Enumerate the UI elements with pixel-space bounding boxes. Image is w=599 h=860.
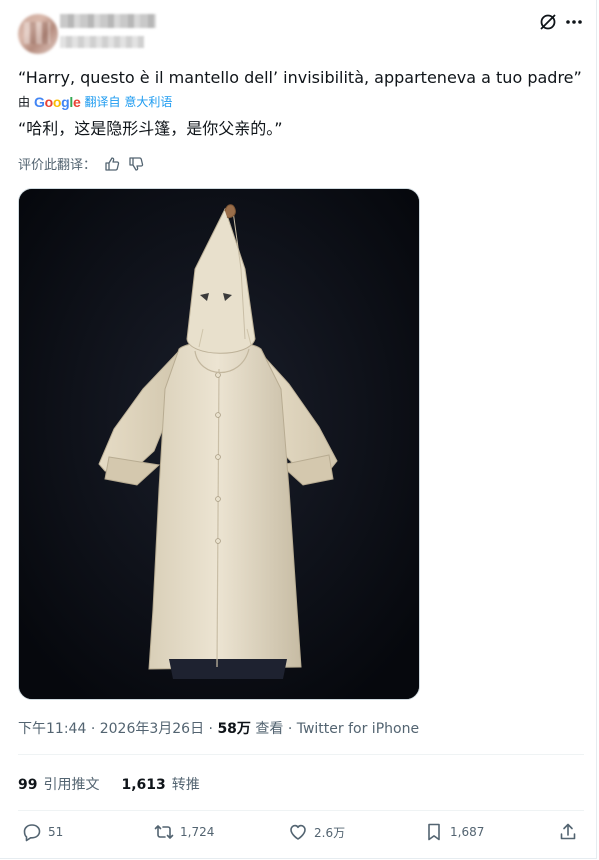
meta-separator: ·	[287, 721, 293, 737]
author-name-redacted[interactable]	[60, 14, 156, 28]
retweets-count: 1,613	[121, 777, 166, 793]
bookmark-button[interactable]: 1,687	[424, 822, 484, 842]
quotes-count: 99	[18, 777, 38, 793]
retweets-stat[interactable]: 1,613 转推	[121, 774, 199, 794]
avatar[interactable]	[18, 14, 58, 54]
rate-translation-label: 评价此翻译：	[18, 158, 97, 173]
translated-by-prefix: 由	[18, 95, 31, 109]
robe-photo	[19, 189, 419, 699]
translate-source-link[interactable]: 翻译自 意大利语	[85, 94, 173, 110]
retweets-label: 转推	[171, 777, 200, 793]
tweet-stats: 99 引用推文 1,613 转推	[18, 774, 200, 794]
divider	[18, 754, 584, 755]
like-icon	[290, 824, 306, 840]
retweet-icon	[154, 825, 174, 839]
tweet-date[interactable]: 2026年3月26日	[100, 721, 204, 737]
thumbs-up-icon[interactable]	[104, 156, 120, 172]
share-icon	[560, 823, 576, 840]
thumbs-down-icon[interactable]	[128, 156, 144, 172]
views-label: 查看	[255, 721, 284, 737]
quotes-stat[interactable]: 99 引用推文	[18, 774, 99, 794]
meta-separator: ·	[208, 721, 213, 737]
quotes-label: 引用推文	[43, 777, 100, 793]
tweet-source[interactable]: Twitter for iPhone	[297, 721, 419, 737]
retweet-count: 1,724	[180, 825, 215, 839]
meta-separator: ·	[90, 721, 96, 737]
like-count: 2.6万	[314, 825, 346, 840]
divider	[18, 810, 584, 811]
reply-button[interactable]: 51	[22, 822, 63, 842]
grok-icon[interactable]	[538, 12, 558, 32]
action-bar: 51 1,724 2.6万 1,687	[18, 822, 584, 848]
share-button[interactable]	[558, 822, 584, 842]
tweet-time[interactable]: 下午11:44	[18, 721, 86, 737]
views-count: 58万	[217, 721, 251, 737]
translated-text: “哈利，这是隐形斗篷，是你父亲的。”	[18, 119, 283, 138]
bookmark-count: 1,687	[450, 825, 485, 839]
reply-icon	[23, 824, 41, 842]
like-button[interactable]: 2.6万	[288, 822, 345, 842]
translated-by: 由 Google 翻译自 意大利语	[18, 94, 172, 110]
tweet-photo[interactable]	[18, 188, 420, 700]
tweet-text: “Harry, questo è il mantello dell’ invis…	[18, 68, 582, 87]
author-handle-redacted[interactable]	[60, 36, 144, 48]
more-icon[interactable]	[564, 12, 584, 32]
google-logo: Google	[34, 94, 81, 110]
tweet-meta: 下午11:44 · 2026年3月26日 · 58万 查看 · Twitter …	[18, 718, 419, 738]
retweet-button[interactable]: 1,724	[154, 822, 214, 842]
bookmark-icon	[428, 823, 440, 841]
rate-translation: 评价此翻译：	[18, 154, 144, 173]
tweet-header	[18, 12, 584, 56]
reply-count: 51	[48, 825, 64, 839]
